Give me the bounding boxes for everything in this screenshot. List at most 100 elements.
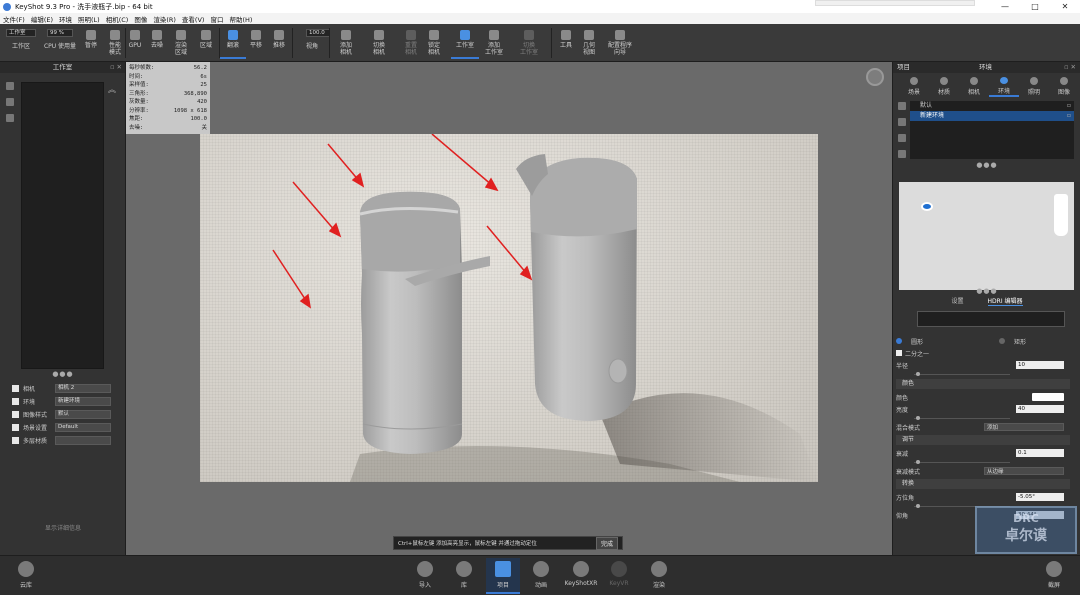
minimize-button[interactable]: — [990, 0, 1020, 13]
circle-radio[interactable] [896, 338, 902, 344]
add-camera-button[interactable]: 添加 相机 [333, 27, 359, 59]
menu-camera[interactable]: 相机(C) [106, 14, 129, 24]
environment-select[interactable]: 新建环境 [55, 397, 111, 406]
render-button[interactable]: 渲染 [645, 558, 673, 594]
menu-lighting[interactable]: 照明(L) [78, 14, 100, 24]
studio-list[interactable] [21, 82, 104, 369]
close-button[interactable]: ✕ [1050, 0, 1080, 13]
adjust-section-header[interactable]: 调节 [896, 435, 1070, 445]
menu-render[interactable]: 渲染(R) [153, 14, 176, 24]
denoise-button[interactable]: 去噪 [144, 27, 170, 59]
multi-material-row: 多层材质 [12, 434, 116, 447]
multi-material-select[interactable] [55, 436, 111, 445]
pause-button[interactable]: 暂停 [78, 27, 104, 59]
done-button[interactable]: 完成 [595, 536, 618, 550]
menu-view[interactable]: 查看(V) [182, 14, 205, 24]
environment-checkbox[interactable] [12, 398, 19, 405]
splitter-handle[interactable]: ●●● [893, 287, 1080, 295]
screenshot-button[interactable]: 截屏 [1040, 558, 1068, 594]
tab-hdri-editor[interactable]: HDRI 编辑器 [987, 296, 1023, 306]
panel-window-controls[interactable]: ▫ ✕ [110, 62, 122, 73]
lock-icon[interactable]: ▫ [1067, 111, 1071, 121]
falloff-field[interactable]: 0.1 [1016, 449, 1064, 457]
fov-button[interactable]: 视角 [299, 27, 325, 59]
render-image[interactable] [200, 134, 818, 482]
panel-window-controls[interactable]: ▫ ✕ [1064, 62, 1076, 73]
keyshot-logo-icon [3, 2, 11, 11]
blend-mode-select[interactable]: 添加 [984, 423, 1064, 431]
camera-select[interactable]: 相机 2 [55, 384, 111, 393]
menu-edit[interactable]: 编辑(E) [31, 14, 53, 24]
image-style-select[interactable]: 默认 [55, 410, 111, 419]
tab-camera[interactable]: 相机 [959, 75, 989, 97]
tab-lighting[interactable]: 照明 [1019, 75, 1049, 97]
tab-settings[interactable]: 设置 [952, 296, 964, 306]
menu-window[interactable]: 窗口 [210, 14, 223, 24]
brightness-field[interactable]: 40 [1016, 405, 1064, 413]
color-swatch[interactable] [1032, 393, 1064, 401]
keyshotxr-button[interactable]: KeyShotXR [564, 558, 598, 594]
hint-text: Ctrl+鼠标左键 添加高亮显示，鼠标左键 并通过拖动定位 [398, 541, 537, 547]
library-button[interactable]: 库 [450, 558, 478, 594]
delete-icon[interactable] [898, 150, 906, 158]
radius-field[interactable]: 10 [1016, 361, 1064, 369]
scene-setting-select[interactable]: Default [55, 423, 111, 432]
hdri-preview[interactable] [899, 182, 1074, 290]
geometry-view-button[interactable]: 几何 视图 [576, 27, 602, 59]
hdri-edit-icon[interactable] [866, 68, 884, 86]
configurator-wizard-button[interactable]: 配置程序 向导 [603, 27, 637, 59]
lock-icon[interactable]: ▫ [1067, 101, 1071, 111]
menu-file[interactable]: 文件(F) [3, 14, 25, 24]
menu-help[interactable]: 帮助(H) [229, 14, 252, 24]
falloff-mode-select[interactable]: 从边缘 [984, 467, 1064, 475]
radius-slider[interactable] [896, 371, 1070, 377]
switch-camera-button[interactable]: 切换 相机 [366, 27, 392, 59]
cloud-library-button[interactable]: 云库 [12, 558, 40, 594]
search-box[interactable] [815, 0, 975, 6]
half-checkbox[interactable] [896, 350, 902, 356]
tab-scene[interactable]: 场景 [899, 75, 929, 97]
render-region-button[interactable]: 渲染 区域 [168, 27, 194, 59]
highlight-marker[interactable] [921, 202, 933, 211]
dolly-button[interactable]: 推移 [266, 27, 292, 59]
collapse-icon[interactable]: ︽ [108, 84, 116, 95]
animation-button[interactable]: 动画 [527, 558, 555, 594]
transform-section-header[interactable]: 转换 [896, 479, 1070, 489]
list-item[interactable]: 新建环境 ▫ [910, 111, 1074, 121]
menu-environment[interactable]: 环境 [59, 14, 72, 24]
cpu-usage-button[interactable]: CPU 使用量 [42, 27, 78, 59]
lock-camera-button[interactable]: 锁定 相机 [421, 27, 447, 59]
keyvr-button[interactable]: KeyVR [605, 558, 633, 594]
azimuth-field[interactable]: -5.05° [1016, 493, 1064, 501]
tab-material[interactable]: 材质 [929, 75, 959, 97]
region-icon [176, 30, 186, 40]
multi-material-checkbox[interactable] [12, 437, 19, 444]
scene-setting-checkbox[interactable] [12, 424, 19, 431]
area-button[interactable]: 区域 [193, 27, 219, 59]
splitter-handle[interactable]: ●●● [893, 161, 1080, 169]
add-studio-button[interactable]: 添加 工作室 [481, 27, 507, 59]
maximize-button[interactable]: □ [1020, 0, 1050, 13]
import-button[interactable]: 导入 [411, 558, 439, 594]
settings-icon[interactable] [6, 114, 14, 122]
studio-button[interactable]: 工作室 [451, 27, 479, 59]
workspace-button[interactable]: 工作区 [8, 27, 34, 59]
project-button[interactable]: 项目 [486, 558, 520, 594]
hdri-name-field[interactable] [917, 311, 1065, 327]
splitter-handle[interactable]: ●●● [0, 370, 126, 378]
switch-studio-button[interactable]: 切换 工作室 [516, 27, 542, 59]
delete-icon[interactable] [6, 98, 14, 106]
rect-radio[interactable] [999, 338, 1006, 344]
duplicate-icon[interactable] [898, 102, 906, 110]
tab-image[interactable]: 图像 [1049, 75, 1079, 97]
camera-checkbox[interactable] [12, 385, 19, 392]
add-icon[interactable] [6, 82, 14, 90]
tab-environment[interactable]: 环境 [989, 75, 1019, 97]
list-item[interactable]: 默认 ▫ [910, 101, 1074, 111]
color-section-header[interactable]: 颜色 [896, 379, 1070, 389]
image-icon [1060, 77, 1068, 85]
add-environment-icon[interactable] [898, 118, 906, 126]
menu-image[interactable]: 图像 [134, 14, 147, 24]
copy-icon[interactable] [898, 134, 906, 142]
image-style-checkbox[interactable] [12, 411, 19, 418]
